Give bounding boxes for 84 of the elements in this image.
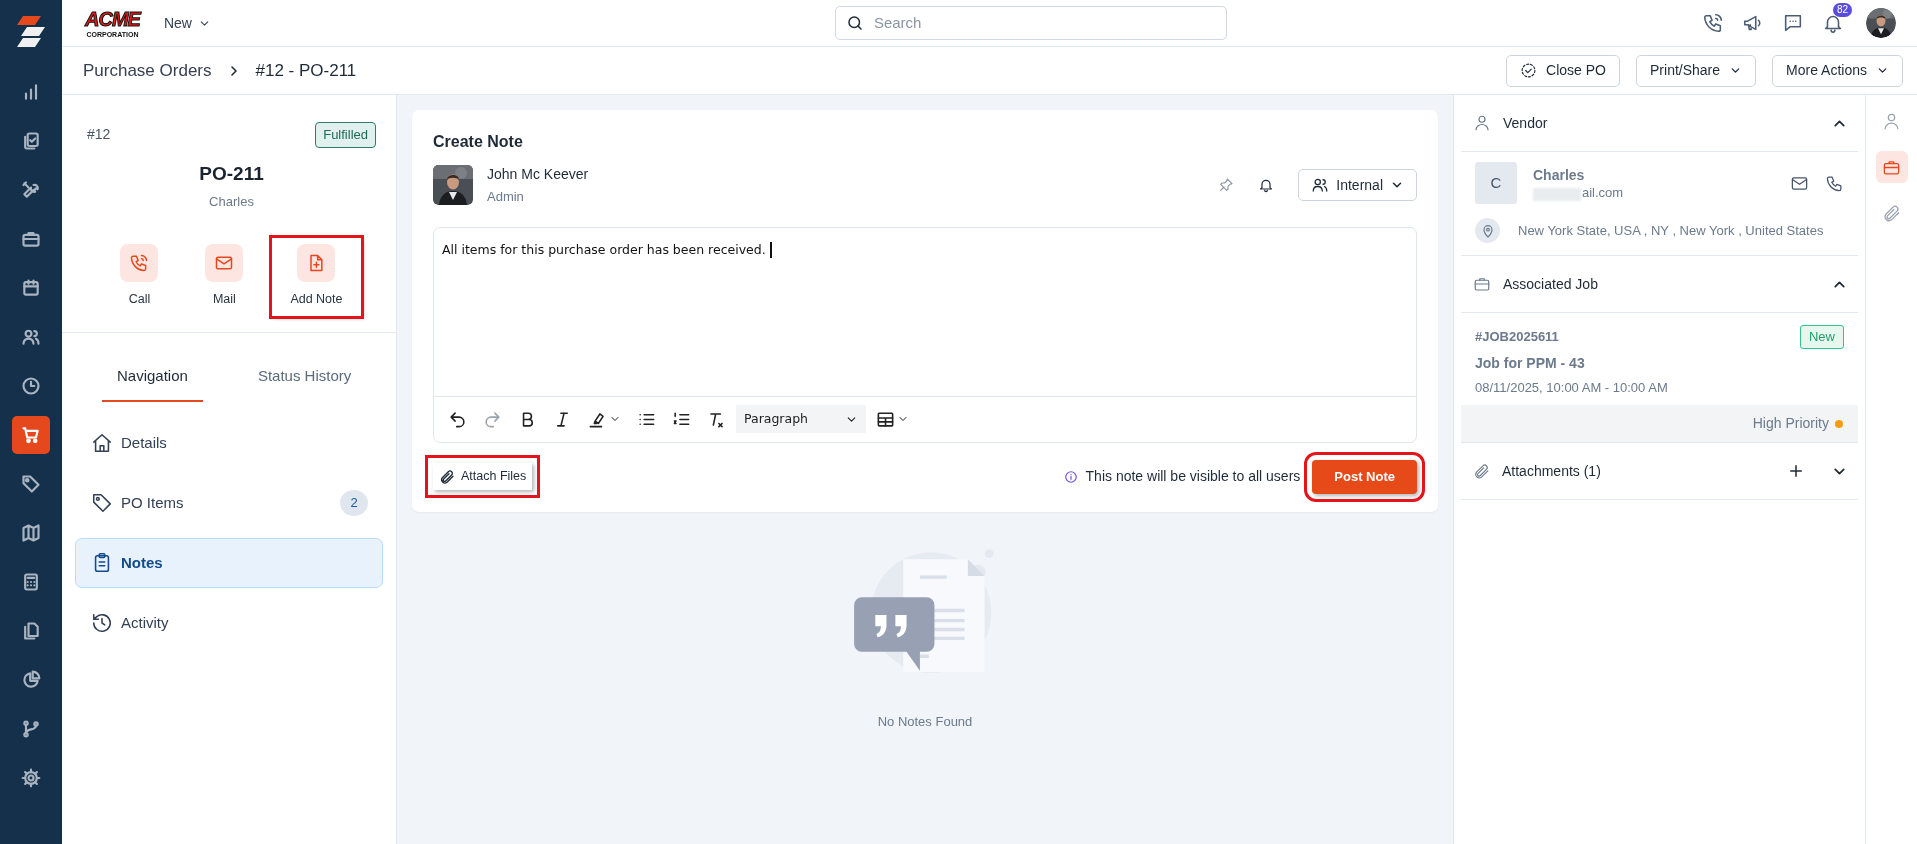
job-time: 08/11/2025, 10:00 AM - 10:00 AM: [1475, 378, 1669, 397]
section-title: Vendor: [1503, 113, 1548, 133]
action-button[interactable]: Print/Share: [1636, 54, 1757, 87]
nav-item[interactable]: PO Items 2: [75, 477, 383, 528]
pie-chart-icon: [21, 670, 41, 690]
po-title: PO-211: [198, 161, 265, 186]
user-avatar[interactable]: [1866, 8, 1896, 38]
briefcase-icon: [21, 229, 41, 249]
section-title: Attachments (1): [1502, 461, 1601, 481]
quick-action-button[interactable]: Call: [102, 237, 177, 317]
vendor-name: Charles: [1533, 166, 1586, 186]
format-select[interactable]: Paragraph: [736, 405, 866, 433]
priority-label: High Priority: [1752, 414, 1829, 433]
notification-count: 82: [1832, 3, 1852, 17]
quick-action-button[interactable]: Add Note: [272, 237, 361, 317]
tag-icon: [91, 491, 113, 514]
action-button[interactable]: More Actions: [1772, 54, 1903, 87]
clock-icon: [21, 376, 41, 396]
paperclip-icon: [1882, 203, 1901, 223]
nav-item[interactable]: Activity: [75, 597, 383, 648]
po-number: #12: [87, 125, 111, 145]
vendor-avatar: C: [1475, 162, 1517, 204]
redo-icon: [483, 409, 502, 429]
tab[interactable]: Navigation: [102, 361, 203, 402]
item-count: 2: [340, 489, 368, 516]
sidebar-item[interactable]: [12, 416, 50, 454]
action-button[interactable]: Close PO: [1506, 54, 1620, 87]
tab[interactable]: Status History: [242, 361, 367, 402]
card-title: Create Note: [433, 132, 524, 152]
search-field[interactable]: Search: [834, 6, 1227, 40]
pin-icon[interactable]: [1218, 177, 1235, 194]
undo-icon: [448, 409, 467, 429]
attach-files-button[interactable]: Attach Files: [433, 463, 533, 490]
rail-tab[interactable]: [1875, 151, 1908, 183]
person-icon: [1882, 111, 1901, 131]
text-cursor: [769, 242, 772, 258]
job-status-badge: New: [1800, 325, 1844, 349]
settings-icon: [21, 768, 41, 788]
chat-icon[interactable]: [1782, 12, 1804, 34]
files-icon: [21, 621, 41, 641]
nav-item[interactable]: Notes: [75, 537, 383, 588]
clipboard-check-icon: [21, 131, 41, 151]
search-icon: [845, 14, 864, 32]
check-circle-icon: [1520, 62, 1538, 79]
history-icon: [91, 611, 113, 634]
paperclip-icon: [439, 468, 455, 485]
calendar-icon: [21, 278, 41, 298]
breadcrumb-link[interactable]: Purchase Orders: [83, 57, 212, 84]
calculator-icon: [21, 572, 41, 592]
vendor-address: New York State, USA , NY , New York , United States: [1518, 221, 1824, 240]
paperclip-icon: [1473, 462, 1490, 480]
breadcrumb-current: #12 - PO-211: [255, 59, 357, 82]
plus-icon[interactable]: [1787, 462, 1805, 480]
vendor-name: Charles: [208, 193, 255, 211]
table-icon: [876, 409, 895, 429]
nav-item[interactable]: Details: [75, 417, 383, 468]
empty-message: No Notes Found: [877, 712, 973, 731]
job-id[interactable]: #JOB2025611: [1475, 327, 1559, 347]
job-name: Job for PPM - 43: [1475, 353, 1586, 373]
users-icon: [1311, 176, 1330, 195]
home-icon: [91, 431, 113, 454]
phone-icon: [129, 252, 150, 273]
search-input[interactable]: Search: [871, 10, 1216, 36]
visibility-note: This note will be visible to all users: [1085, 467, 1301, 486]
branch-icon: [21, 719, 41, 739]
status-badge: Fulfilled: [315, 122, 376, 148]
visibility-dropdown[interactable]: Internal: [1298, 169, 1417, 202]
section-title: Associated Job: [1503, 274, 1598, 294]
tag-icon: [21, 474, 41, 494]
users-icon: [21, 327, 41, 347]
tools-icon: [21, 180, 41, 200]
author-name: John Mc Keever: [487, 165, 589, 184]
quick-action-button[interactable]: Mail: [187, 237, 262, 317]
vendor-email: ail.com: [1582, 185, 1624, 201]
person-icon: [1473, 114, 1491, 132]
note-text[interactable]: All items for this purchase order has been received.: [442, 241, 766, 257]
info-icon: [1063, 469, 1078, 484]
briefcase-icon: [1473, 275, 1491, 293]
bell-icon[interactable]: [1258, 177, 1275, 194]
author-role: Admin: [487, 188, 525, 206]
new-menu[interactable]: New: [159, 10, 215, 36]
map-icon: [21, 523, 41, 543]
phone-icon[interactable]: [1702, 12, 1724, 34]
cart-icon: [21, 425, 41, 445]
